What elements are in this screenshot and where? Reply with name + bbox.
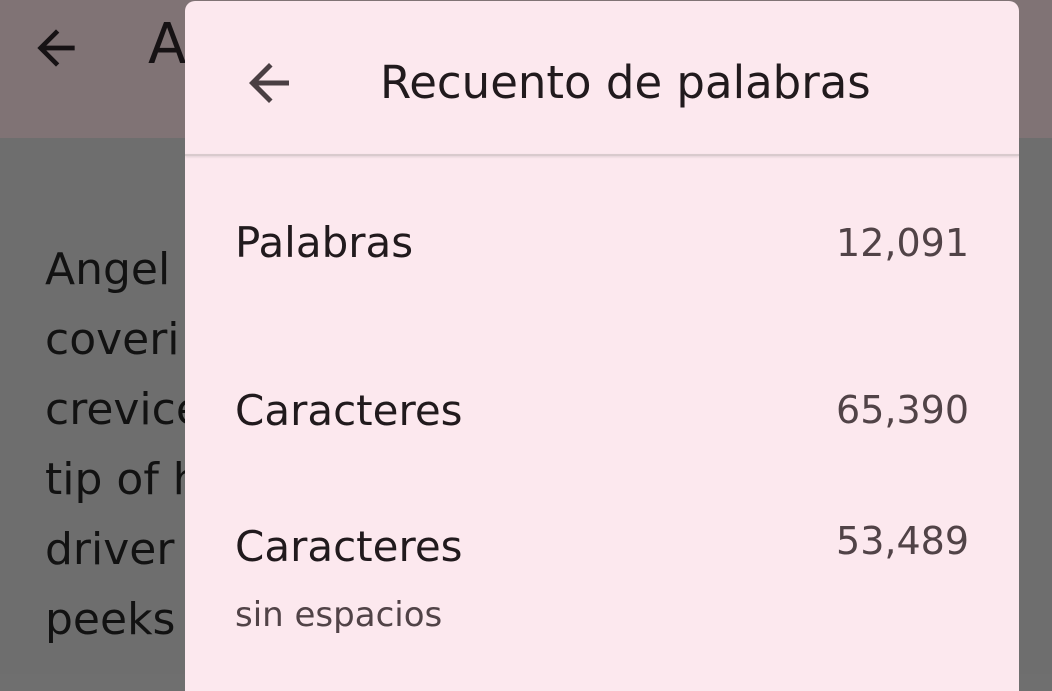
background-text-line: coveri xyxy=(45,314,180,365)
dialog-header: Recuento de palabras xyxy=(185,1,1019,154)
background-text-line: driver xyxy=(45,524,175,575)
characters-count: 65,390 xyxy=(836,388,969,432)
characters-no-spaces-label: Caracteres xyxy=(235,522,463,571)
characters-no-spaces-sublabel: sin espacios xyxy=(235,595,443,635)
arrow-back-icon[interactable] xyxy=(239,53,299,113)
characters-label: Caracteres xyxy=(235,386,463,435)
arrow-back-icon xyxy=(37,29,75,67)
characters-no-spaces-count: 53,489 xyxy=(836,519,969,563)
background-document-text: Angel coveri crevice tip of h driver pee… xyxy=(45,235,203,655)
background-text-line: Angel xyxy=(45,244,171,295)
words-label: Palabras xyxy=(235,218,414,267)
header-divider xyxy=(185,154,1019,156)
background-text-line: peeks xyxy=(45,594,176,645)
background-text-line: tip of h xyxy=(45,454,201,505)
dialog-title: Recuento de palabras xyxy=(380,56,871,109)
background-text-line: crevice xyxy=(45,384,203,435)
words-count: 12,091 xyxy=(836,221,969,265)
background-title: A xyxy=(148,12,187,77)
word-count-dialog: Recuento de palabras Palabras 12,091 Car… xyxy=(185,1,1019,691)
